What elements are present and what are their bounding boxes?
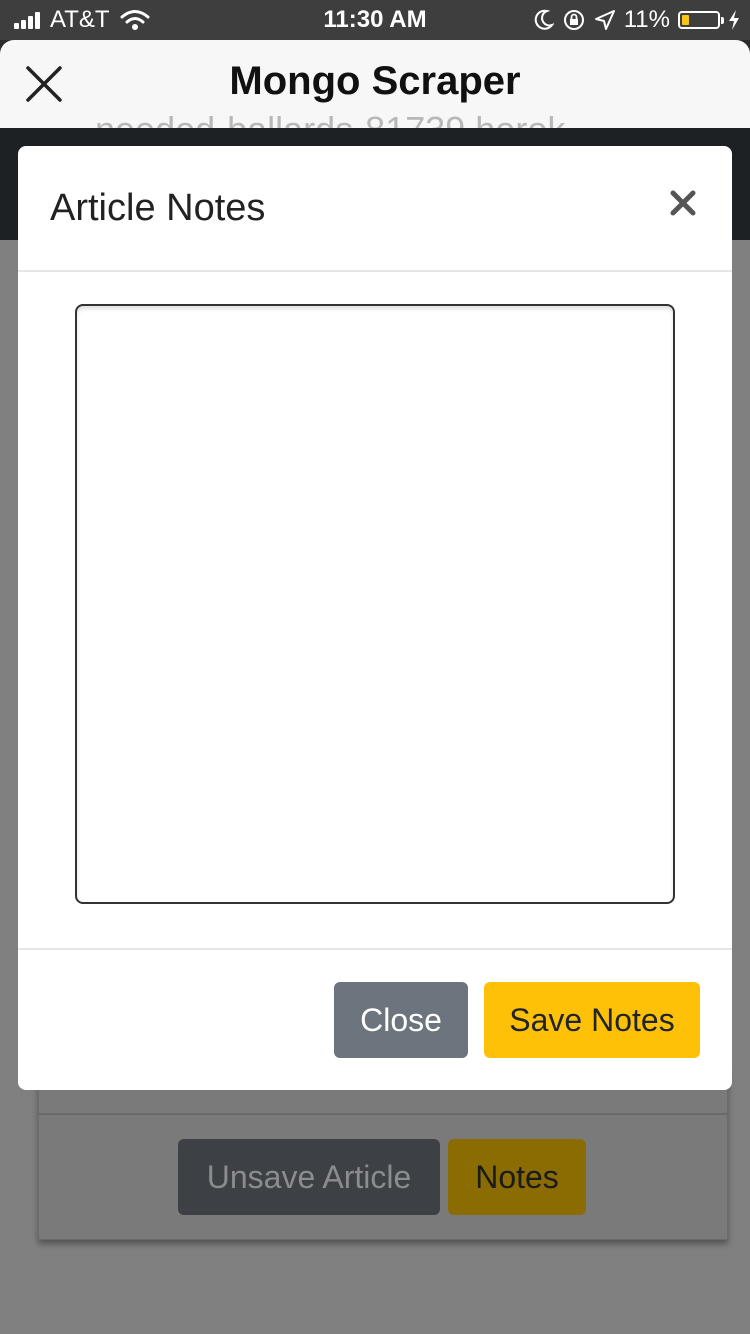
card-divider bbox=[39, 1113, 727, 1115]
battery-level bbox=[682, 15, 689, 25]
status-right: 11% bbox=[534, 6, 740, 34]
modal-header-divider bbox=[18, 270, 732, 272]
location-arrow-icon bbox=[594, 10, 615, 30]
moon-icon bbox=[534, 9, 554, 30]
battery-icon bbox=[678, 11, 724, 29]
rotation-lock-icon bbox=[563, 10, 584, 30]
page-title: Mongo Scraper bbox=[229, 59, 521, 103]
status-bar: AT&T 11:30 AM 11% bbox=[0, 0, 750, 40]
close-button[interactable]: Close bbox=[334, 982, 468, 1058]
charging-bolt-icon bbox=[729, 10, 739, 30]
save-notes-button[interactable]: Save Notes bbox=[484, 982, 700, 1058]
browser-nav-sheet: Mongo Scraper needed-ballards-81739.hero… bbox=[0, 40, 750, 128]
battery-percent: 11% bbox=[623, 6, 670, 33]
modal-close-icon[interactable] bbox=[668, 188, 698, 218]
modal-footer-divider bbox=[18, 948, 732, 950]
unsave-article-button: Unsave Article bbox=[178, 1139, 440, 1215]
notes-button: Notes bbox=[448, 1139, 586, 1215]
notes-textarea[interactable] bbox=[75, 304, 675, 904]
modal-title: Article Notes bbox=[50, 187, 266, 229]
url-subtitle: needed-ballards-81739.herok bbox=[95, 112, 565, 128]
article-notes-modal: Article Notes Close Save Notes bbox=[18, 146, 732, 1090]
